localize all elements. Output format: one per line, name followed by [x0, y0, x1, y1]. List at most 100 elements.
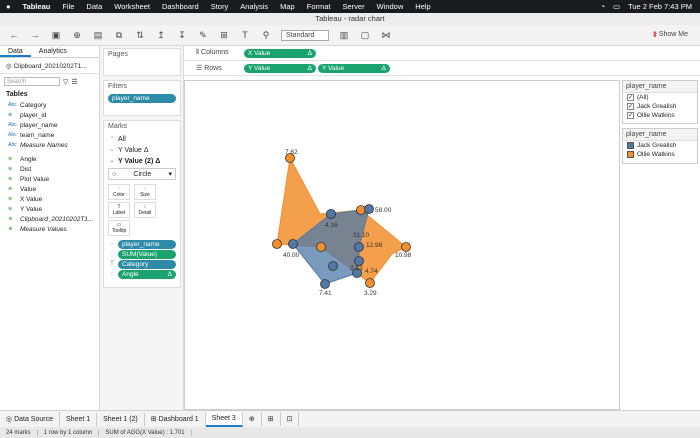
sort-desc-icon[interactable]: ↧: [176, 30, 188, 41]
viz-canvas[interactable]: 7.62 40.00 3.29 10.98 58.00 4.16 21.10 12.98 2.1…: [184, 80, 620, 410]
radar-point[interactable]: [316, 242, 326, 252]
measure-field[interactable]: ⊕ Clipboard_20210202T1...: [0, 214, 99, 224]
menu-data[interactable]: Data: [86, 2, 102, 11]
menu-window[interactable]: Window: [377, 2, 404, 11]
data-label: 2.13: [350, 265, 363, 272]
dimension-field[interactable]: Abc team_name: [0, 130, 99, 140]
mark-pill[interactable]: Angle Δ: [118, 270, 176, 279]
new-story-icon[interactable]: ⊡: [281, 412, 300, 426]
menu-server[interactable]: Server: [343, 2, 365, 11]
share-icon[interactable]: ⋈: [380, 30, 392, 41]
columns-pill[interactable]: X Value Δ: [244, 48, 316, 58]
tab-data[interactable]: Data: [0, 46, 31, 57]
filter-option-all[interactable]: ✓ (All): [623, 93, 697, 102]
battery-icon[interactable]: ▭: [613, 2, 620, 11]
menu-help[interactable]: Help: [415, 2, 430, 11]
radar-point[interactable]: [288, 239, 298, 249]
tooltip-button[interactable]: ▭ Tooltip: [108, 220, 130, 236]
filter-option-grealish[interactable]: ✓ Jack Grealish: [623, 102, 697, 111]
list-icon[interactable]: ☰: [71, 78, 77, 86]
mark-pill[interactable]: SUM(Value): [118, 250, 176, 259]
radar-point[interactable]: [356, 205, 366, 215]
swap-icon[interactable]: ⇅: [134, 30, 146, 41]
marks-y2[interactable]: ⌄ Y Value (2) Δ: [108, 157, 176, 165]
menu-worksheet[interactable]: Worksheet: [114, 2, 150, 11]
duplicate-icon[interactable]: ⧉: [113, 30, 125, 41]
mark-pill[interactable]: Category: [118, 260, 176, 269]
menu-app[interactable]: Tableau: [23, 2, 51, 11]
measure-field[interactable]: ⊕ Plot Value: [0, 174, 99, 184]
size-button[interactable]: ◌ Size: [133, 184, 156, 200]
radar-chart: 7.62 40.00 3.29 10.98 58.00 4.16 21.10 12.98 2.1…: [272, 149, 412, 297]
datasource-item[interactable]: ◎ Clipboard_20210202T1...: [0, 58, 99, 74]
label-icon[interactable]: T: [239, 30, 251, 40]
mark-type-select[interactable]: ○ Circle ▾: [108, 168, 176, 180]
measure-field[interactable]: ⊕ Measure Values: [0, 224, 99, 234]
tab-sheet-1[interactable]: Sheet 1: [60, 412, 98, 426]
menu-analysis[interactable]: Analysis: [240, 2, 268, 11]
new-sheet-icon[interactable]: ⊕: [243, 412, 262, 426]
columns-shelf[interactable]: ⦀ Columns X Value Δ: [184, 46, 700, 61]
wifi-icon[interactable]: ◔: [600, 2, 605, 11]
menu-format[interactable]: Format: [307, 2, 331, 11]
radar-point[interactable]: [365, 278, 375, 288]
new-datasource-icon[interactable]: ⊕: [71, 30, 83, 41]
new-dashboard-icon[interactable]: ⊞: [262, 412, 281, 426]
color-button[interactable]: ⁘ Color: [108, 184, 130, 200]
measure-field[interactable]: ⊕ X Value: [0, 194, 99, 204]
show-me-button[interactable]: ▮ Show Me: [653, 30, 688, 38]
search-input[interactable]: Search: [4, 77, 60, 86]
group-icon[interactable]: ⊞: [218, 30, 230, 41]
legend-item-watkins[interactable]: Ollie Watkins: [623, 150, 697, 159]
save-icon[interactable]: ▣: [50, 30, 62, 41]
dimension-field[interactable]: Abc player_name: [0, 120, 99, 130]
fit-select[interactable]: Standard: [281, 29, 329, 41]
detail-button[interactable]: ⁝ Detail: [133, 202, 156, 218]
tab-analytics[interactable]: Analytics: [31, 46, 75, 57]
measure-field[interactable]: ⊕ Dist: [0, 164, 99, 174]
dimension-field[interactable]: Abc Category: [0, 100, 99, 110]
rows-pill-1[interactable]: Y Value Δ: [244, 63, 316, 73]
marks-all[interactable]: › All: [108, 135, 176, 143]
back-icon[interactable]: ←: [8, 30, 20, 40]
menu-map[interactable]: Map: [280, 2, 295, 11]
radar-point[interactable]: [364, 204, 374, 214]
measure-field[interactable]: ⊕ Angle: [0, 154, 99, 164]
filter-option-watkins[interactable]: ✓ Ollie Watkins: [623, 111, 697, 120]
fix-axes-icon[interactable]: ▥: [338, 30, 350, 41]
rows-shelf[interactable]: ☰ Rows Y Value Δ Y Value Δ: [184, 61, 700, 76]
marks-y1[interactable]: ⌄ Y Value Δ: [108, 146, 176, 154]
clock[interactable]: Tue 2 Feb 7:43 PM: [628, 2, 692, 11]
measure-field[interactable]: ⊕ Y Value: [0, 204, 99, 214]
sort-asc-icon[interactable]: ↥: [155, 30, 167, 41]
highlight-icon[interactable]: ✎: [197, 30, 209, 41]
menu-story[interactable]: Story: [211, 2, 229, 11]
dimension-field[interactable]: ⊕ player_id: [0, 110, 99, 120]
menu-dashboard[interactable]: Dashboard: [162, 2, 199, 11]
radar-point[interactable]: [328, 261, 338, 271]
radar-point[interactable]: [272, 239, 282, 249]
tab-sheet-3[interactable]: Sheet 3: [205, 411, 243, 427]
filter-pill[interactable]: player_name: [108, 94, 176, 103]
tab-dashboard-1[interactable]: ⊞ Dashboard 1: [145, 412, 206, 426]
delta-icon: Δ: [381, 64, 386, 72]
new-sheet-icon[interactable]: ▤: [92, 30, 104, 41]
mark-pill[interactable]: player_name: [118, 240, 176, 249]
presentation-icon[interactable]: ▢: [359, 30, 371, 41]
rows-pill-2[interactable]: Y Value Δ: [318, 63, 390, 73]
radar-point[interactable]: [320, 279, 330, 289]
tab-sheet-1-2[interactable]: Sheet 1 (2): [97, 412, 145, 426]
filter-icon[interactable]: ▽: [63, 78, 68, 86]
legend-item-grealish[interactable]: Jack Grealish: [623, 141, 697, 150]
radar-point[interactable]: [326, 209, 336, 219]
label-button[interactable]: T Label: [108, 202, 130, 218]
tab-data-source[interactable]: ◎ Data Source: [0, 412, 60, 426]
pin-icon[interactable]: ⚲: [260, 30, 272, 41]
apple-icon[interactable]: ●: [6, 2, 11, 11]
radar-point[interactable]: [354, 242, 364, 252]
measure-field[interactable]: ⊕ Value: [0, 184, 99, 194]
menu-file[interactable]: File: [62, 2, 74, 11]
dimension-field[interactable]: Abc Measure Names: [0, 140, 99, 150]
radar-point[interactable]: [401, 242, 411, 252]
forward-icon[interactable]: →: [29, 30, 41, 40]
